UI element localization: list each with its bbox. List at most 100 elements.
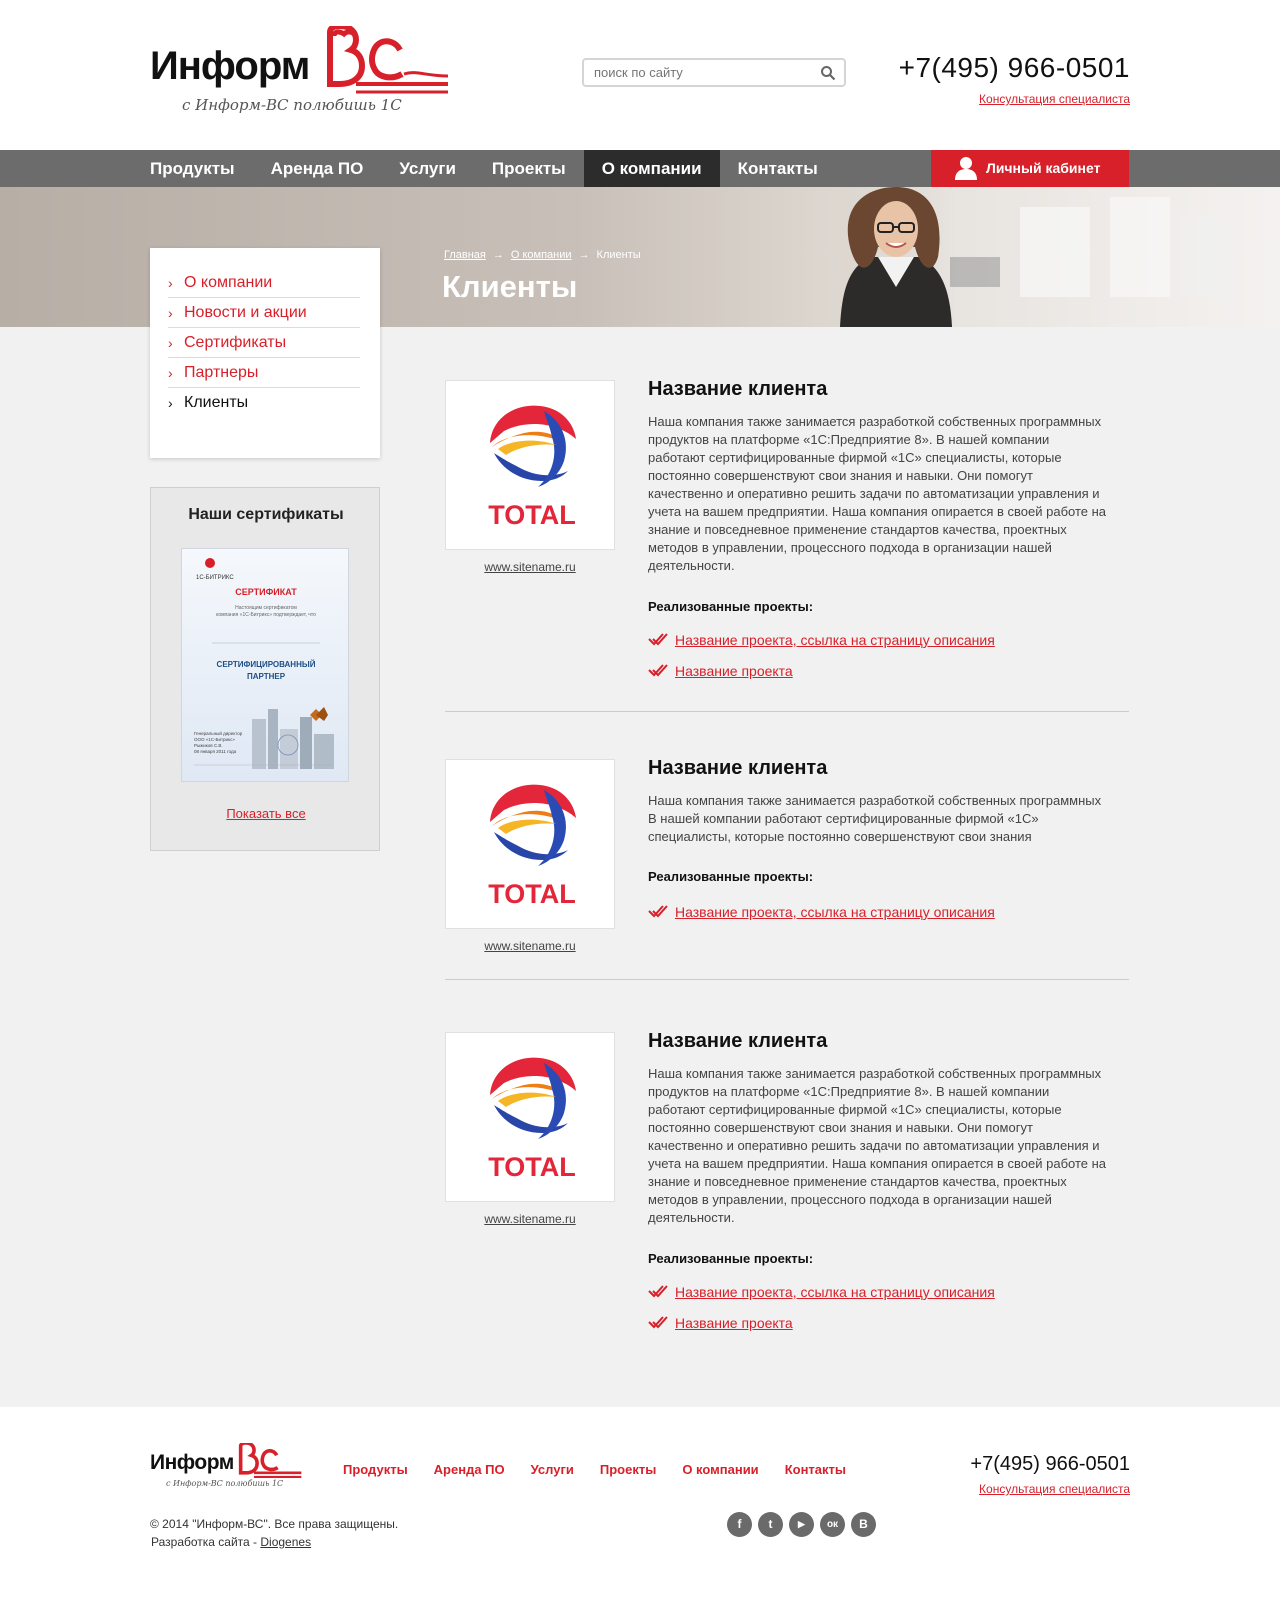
search-box bbox=[582, 58, 846, 87]
facebook-icon[interactable]: f bbox=[727, 1512, 752, 1537]
footer-nav: Продукты Аренда ПО Услуги Проекты О комп… bbox=[343, 1462, 846, 1477]
client-site-link[interactable]: www.sitename.ru bbox=[445, 560, 615, 574]
search-input[interactable] bbox=[584, 60, 804, 85]
project-label: Название проекта, ссылка на страницу опи… bbox=[675, 1284, 995, 1300]
logo-text: Информ bbox=[150, 44, 310, 88]
nav-item-rent[interactable]: Аренда ПО bbox=[253, 150, 382, 187]
divider bbox=[445, 711, 1129, 712]
breadcrumb-section-link[interactable]: О компании bbox=[511, 249, 572, 261]
footer-consult-link[interactable]: Консультация специалиста bbox=[979, 1482, 1130, 1496]
client-logo-text: TOTAL bbox=[488, 879, 576, 909]
svg-text:компания «1С-Битрикс» подтверж: компания «1С-Битрикс» подтверждает, что bbox=[216, 612, 316, 618]
footer-nav-contacts[interactable]: Контакты bbox=[785, 1462, 846, 1477]
client-logo-text: TOTAL bbox=[488, 500, 576, 530]
sidebar-item-clients[interactable]: › Клиенты bbox=[168, 388, 360, 418]
sidebar-item-partners[interactable]: › Партнеры bbox=[168, 358, 360, 388]
svg-text:ООО «1С-Битрикс»: ООО «1С-Битрикс» bbox=[194, 737, 235, 742]
nav-item-about[interactable]: О компании bbox=[583, 150, 720, 187]
projects-title: Реализованные проекты: bbox=[648, 869, 814, 884]
client-logo-text: TOTAL bbox=[488, 1152, 576, 1182]
header-phone: +7(495) 966-0501 bbox=[898, 52, 1130, 83]
youtube-icon[interactable]: ▶ bbox=[789, 1512, 814, 1537]
total-logo-icon: TOTAL bbox=[488, 1057, 576, 1182]
breadcrumb-current: Клиенты bbox=[596, 249, 641, 261]
sidebar-item-certificates[interactable]: › Сертификаты bbox=[168, 328, 360, 358]
client-card: TOTAL www.sitename.ru Название клиента Н… bbox=[445, 378, 1129, 680]
project-link[interactable]: Название проекта bbox=[648, 663, 793, 679]
vk-icon[interactable]: B bbox=[851, 1512, 876, 1537]
show-all-certificates-link[interactable]: Показать все bbox=[151, 806, 381, 821]
project-link[interactable]: Название проекта bbox=[648, 1315, 793, 1331]
project-link[interactable]: Название проекта, ссылка на страницу опи… bbox=[648, 904, 995, 920]
svg-text:Генеральный директор: Генеральный директор bbox=[194, 730, 243, 736]
project-link[interactable]: Название проекта, ссылка на страницу опи… bbox=[648, 632, 995, 648]
client-name: Название клиента bbox=[648, 1030, 828, 1052]
project-label: Название проекта, ссылка на страницу опи… bbox=[675, 632, 995, 648]
user-icon bbox=[955, 157, 977, 180]
sidebar-menu: › О компании › Новости и акции › Сертификат… bbox=[150, 248, 380, 458]
svg-text:ПАРТНЕР: ПАРТНЕР bbox=[247, 672, 286, 681]
footer-nav-products[interactable]: Продукты bbox=[343, 1462, 408, 1477]
project-link[interactable]: Название проекта, ссылка на страницу опи… bbox=[648, 1284, 995, 1300]
twitter-icon[interactable]: t bbox=[758, 1512, 783, 1537]
logo-bc-mark-icon bbox=[327, 26, 449, 94]
client-logo[interactable]: TOTAL bbox=[445, 1032, 615, 1202]
client-card: TOTAL www.sitename.ru Название клиента Н… bbox=[445, 1030, 1129, 1332]
svg-text:Рыжиков С.В.: Рыжиков С.В. bbox=[194, 743, 223, 748]
certificate-image[interactable]: 1С-БИТРИКС СЕРТИФИКАТ Настоящим сертифик… bbox=[181, 548, 349, 782]
copyright: © 2014 "Информ-ВС". Все права защищены. bbox=[150, 1517, 399, 1531]
chevron-right-icon: › bbox=[168, 335, 173, 351]
total-logo-icon: TOTAL bbox=[488, 784, 576, 909]
svg-text:08 января 2011 года: 08 января 2011 года bbox=[194, 749, 237, 754]
svg-text:Настоящим сертификатом: Настоящим сертификатом bbox=[235, 605, 297, 611]
svg-text:СЕРТИФИЦИРОВАННЫЙ: СЕРТИФИЦИРОВАННЫЙ bbox=[217, 660, 316, 669]
project-label: Название проекта bbox=[675, 1315, 793, 1331]
cabinet-label: Личный кабинет bbox=[986, 160, 1101, 176]
logo-slogan: с Информ-ВС полюбишь 1С bbox=[182, 96, 402, 114]
client-name: Название клиента bbox=[648, 378, 828, 400]
page-title: Клиенты bbox=[442, 269, 578, 304]
client-name: Название клиента bbox=[648, 757, 828, 779]
project-label: Название проекта bbox=[675, 663, 793, 679]
breadcrumb: Главная → О компании → Клиенты bbox=[444, 249, 641, 261]
nav-item-products[interactable]: Продукты bbox=[132, 150, 253, 187]
divider bbox=[445, 979, 1129, 980]
footer-nav-rent[interactable]: Аренда ПО bbox=[434, 1462, 505, 1477]
chevron-right-icon: › bbox=[168, 395, 173, 411]
social-links: f t ▶ ок B bbox=[727, 1512, 876, 1537]
sidebar-item-news[interactable]: › Новости и акции bbox=[168, 298, 360, 328]
footer-phone: +7(495) 966-0501 bbox=[970, 1453, 1130, 1475]
personal-cabinet-button[interactable]: Личный кабинет bbox=[931, 150, 1129, 187]
check-icon bbox=[648, 905, 668, 918]
footer-nav-projects[interactable]: Проекты bbox=[600, 1462, 656, 1477]
sidebar-item-about[interactable]: › О компании bbox=[168, 268, 360, 298]
cert-heading: СЕРТИФИКАТ bbox=[235, 587, 297, 597]
breadcrumb-home-link[interactable]: Главная bbox=[444, 249, 486, 261]
client-logo[interactable]: TOTAL bbox=[445, 759, 615, 929]
consult-link[interactable]: Консультация специалиста bbox=[979, 92, 1130, 106]
developer-link[interactable]: Diogenes bbox=[260, 1535, 311, 1549]
client-site-link[interactable]: www.sitename.ru bbox=[445, 939, 615, 953]
odnoklassniki-icon[interactable]: ок bbox=[820, 1512, 845, 1537]
breadcrumb-separator: → bbox=[578, 249, 590, 261]
search-icon[interactable] bbox=[820, 65, 836, 81]
sidebar-item-label: Партнеры bbox=[184, 364, 259, 381]
projects-title: Реализованные проекты: bbox=[648, 1251, 814, 1266]
nav-item-services[interactable]: Услуги bbox=[381, 150, 474, 187]
site-header: Информ с Информ-ВС полюбишь 1С +7(495) 9… bbox=[0, 0, 1280, 150]
breadcrumb-separator: → bbox=[492, 249, 504, 261]
client-description: Наша компания также занимается разработк… bbox=[648, 1066, 1107, 1225]
footer-nav-about[interactable]: О компании bbox=[682, 1462, 758, 1477]
nav-item-contacts[interactable]: Контакты bbox=[720, 150, 836, 187]
client-logo[interactable]: TOTAL bbox=[445, 380, 615, 550]
site-logo[interactable]: Информ с Информ-ВС полюбишь 1С bbox=[150, 26, 450, 118]
main-content: Наши сертификаты 1С-БИТРИКС СЕРТИФИКАТ Н… bbox=[0, 327, 1280, 1407]
client-description: Наша компания также занимается разработк… bbox=[648, 793, 1102, 844]
footer-nav-services[interactable]: Услуги bbox=[531, 1462, 574, 1477]
sidebar-item-label: О компании bbox=[184, 274, 273, 291]
nav-item-projects[interactable]: Проекты bbox=[474, 150, 584, 187]
certificate-artwork: 1С-БИТРИКС СЕРТИФИКАТ Настоящим сертифик… bbox=[194, 558, 334, 769]
check-icon bbox=[648, 633, 668, 646]
footer-logo[interactable]: Информ с Информ-ВС полюбишь 1С bbox=[150, 1443, 310, 1491]
client-site-link[interactable]: www.sitename.ru bbox=[445, 1212, 615, 1226]
